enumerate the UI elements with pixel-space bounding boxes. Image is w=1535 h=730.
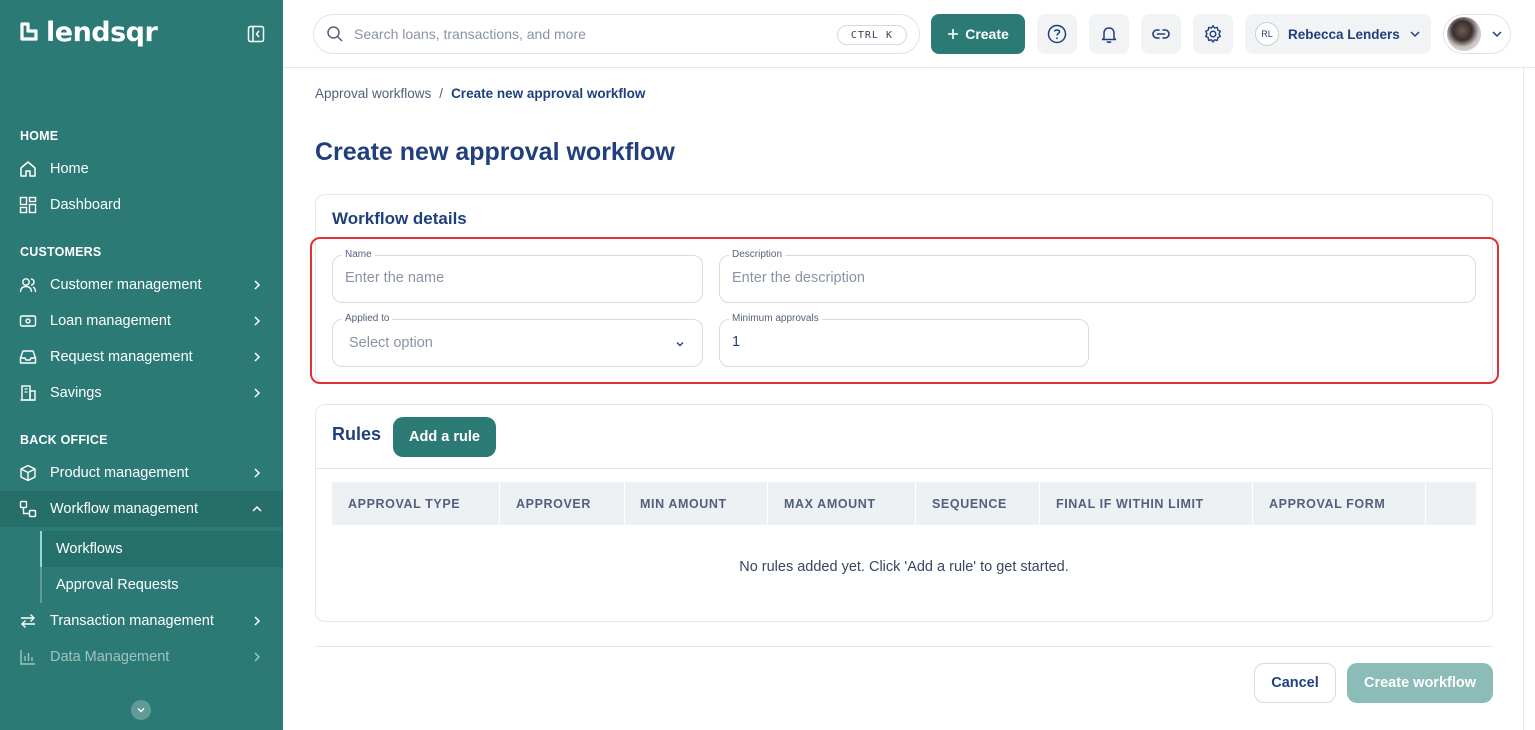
- transfer-icon: [18, 611, 38, 631]
- plus-icon: [948, 29, 959, 39]
- bar-chart-icon: [18, 647, 38, 667]
- cancel-button[interactable]: Cancel: [1254, 663, 1336, 703]
- sidebar-item-label: Product management: [50, 465, 189, 481]
- create-button[interactable]: Create: [931, 14, 1025, 54]
- user-name: Rebecca Lenders: [1288, 26, 1400, 42]
- sidebar-item-label: Workflow management: [50, 501, 199, 517]
- sidebar-item-home[interactable]: Home: [0, 151, 283, 187]
- bank-icon: [18, 383, 38, 403]
- chevron-right-icon: [254, 316, 261, 326]
- home-icon: [18, 159, 38, 179]
- loan-icon: [18, 311, 38, 331]
- search-input[interactable]: [354, 26, 814, 42]
- chevron-down-icon: [1410, 31, 1420, 38]
- column-header-sequence: SEQUENCE: [916, 482, 1040, 525]
- sidebar-item-label: Dashboard: [50, 197, 121, 213]
- search-icon: [327, 26, 343, 42]
- user-initials-avatar: RL: [1255, 22, 1279, 46]
- breadcrumb: Approval workflows / Create new approval…: [315, 86, 645, 101]
- help-button[interactable]: [1037, 14, 1077, 54]
- link-icon: [1152, 29, 1170, 39]
- section-title-home: HOME: [20, 129, 59, 143]
- column-header-max-amount: MAX AMOUNT: [768, 482, 916, 525]
- box-icon: [18, 463, 38, 483]
- lendsqr-logo[interactable]: lendsqr: [20, 17, 158, 48]
- sidebar-item-transaction-management[interactable]: Transaction management: [0, 603, 283, 639]
- highlight-box: [310, 237, 1499, 384]
- inbox-icon: [18, 347, 38, 367]
- rules-divider: [316, 468, 1492, 469]
- rules-empty-message: No rules added yet. Click 'Add a rule' t…: [739, 559, 1069, 575]
- help-icon: [1047, 24, 1067, 44]
- chevron-down-icon: [137, 708, 145, 713]
- gear-icon: [1205, 25, 1221, 43]
- sidebar-item-label: Customer management: [50, 277, 202, 293]
- keyboard-shortcut-badge: CTRL K: [836, 25, 907, 45]
- breadcrumb-parent-link[interactable]: Approval workflows: [315, 86, 431, 101]
- chevron-right-icon: [254, 652, 261, 662]
- breadcrumb-separator: /: [439, 86, 444, 101]
- avatar: [1447, 17, 1481, 51]
- section-title-back-office: BACK OFFICE: [20, 433, 108, 447]
- sidebar-subitem-label: Workflows: [56, 541, 123, 557]
- sidebar-item-label: Loan management: [50, 313, 171, 329]
- rules-table-header: APPROVAL TYPE APPROVER MIN AMOUNT MAX AM…: [332, 482, 1476, 525]
- brand-name: lendsqr: [46, 17, 158, 48]
- sidebar-item-label: Savings: [50, 385, 102, 401]
- sidebar-item-label: Transaction management: [50, 613, 214, 629]
- section-title-customers: CUSTOMERS: [20, 245, 102, 259]
- sidebar-item-label: Home: [50, 161, 89, 177]
- footer-divider: [315, 646, 1493, 647]
- links-button[interactable]: [1141, 14, 1181, 54]
- sidebar-item-savings[interactable]: Savings: [0, 375, 283, 411]
- sidebar-subitem-approval-requests[interactable]: Approval Requests: [40, 567, 283, 603]
- sidebar-item-request-management[interactable]: Request management: [0, 339, 283, 375]
- sidebar-scroll-down-button[interactable]: [131, 700, 151, 720]
- sidebar-item-workflow-management[interactable]: Workflow management: [0, 491, 283, 527]
- lendsqr-logo-mark-icon: [20, 22, 38, 41]
- sidebar-item-label: Data Management: [50, 649, 170, 665]
- top-header: CTRL K Create RL Rebecca Lenders: [283, 0, 1535, 68]
- sidebar-item-data-management[interactable]: Data Management: [0, 639, 283, 675]
- page-title: Create new approval workflow: [315, 138, 675, 166]
- notifications-button[interactable]: [1089, 14, 1129, 54]
- sidebar-item-dashboard[interactable]: Dashboard: [0, 187, 283, 223]
- column-header-approval-type: APPROVAL TYPE: [332, 482, 500, 525]
- column-header-approver: APPROVER: [500, 482, 625, 525]
- users-icon: [18, 275, 38, 295]
- chevron-right-icon: [254, 388, 261, 398]
- chevron-right-icon: [254, 468, 261, 478]
- chevron-up-icon: [252, 505, 262, 512]
- column-header-approval-form: APPROVAL FORM: [1253, 482, 1426, 525]
- rules-title: Rules: [332, 424, 382, 444]
- create-button-label: Create: [965, 26, 1009, 42]
- column-header-final-if-within-limit: FINAL IF WITHIN LIMIT: [1040, 482, 1253, 525]
- create-workflow-button[interactable]: Create workflow: [1347, 663, 1493, 703]
- user-menu-button[interactable]: RL Rebecca Lenders: [1245, 14, 1431, 54]
- bell-icon: [1101, 27, 1117, 43]
- page-scrollbar[interactable]: [1523, 68, 1524, 730]
- sidebar-item-label: Request management: [50, 349, 193, 365]
- chevron-right-icon: [254, 280, 261, 290]
- chevron-right-icon: [254, 352, 261, 362]
- sidebar: lendsqr HOME Home Dashboard CUSTOMERS Cu…: [0, 0, 283, 730]
- chevron-right-icon: [254, 616, 261, 626]
- dashboard-icon: [18, 195, 38, 215]
- column-header-min-amount: MIN AMOUNT: [625, 482, 768, 525]
- sidebar-subitem-label: Approval Requests: [56, 577, 179, 593]
- sidebar-subitem-workflows[interactable]: Workflows: [40, 531, 283, 567]
- breadcrumb-current: Create new approval workflow: [451, 86, 646, 101]
- add-rule-button[interactable]: Add a rule: [393, 417, 496, 457]
- sidebar-item-loan-management[interactable]: Loan management: [0, 303, 283, 339]
- sidebar-item-product-management[interactable]: Product management: [0, 455, 283, 491]
- workflow-icon: [18, 499, 38, 519]
- settings-button[interactable]: [1193, 14, 1233, 54]
- chevron-down-icon: [1492, 31, 1502, 38]
- collapse-sidebar-icon[interactable]: [247, 25, 265, 43]
- search-bar[interactable]: CTRL K: [313, 14, 920, 54]
- sidebar-item-customer-management[interactable]: Customer management: [0, 267, 283, 303]
- workflow-details-title: Workflow details: [332, 209, 467, 228]
- profile-menu-button[interactable]: [1443, 14, 1511, 54]
